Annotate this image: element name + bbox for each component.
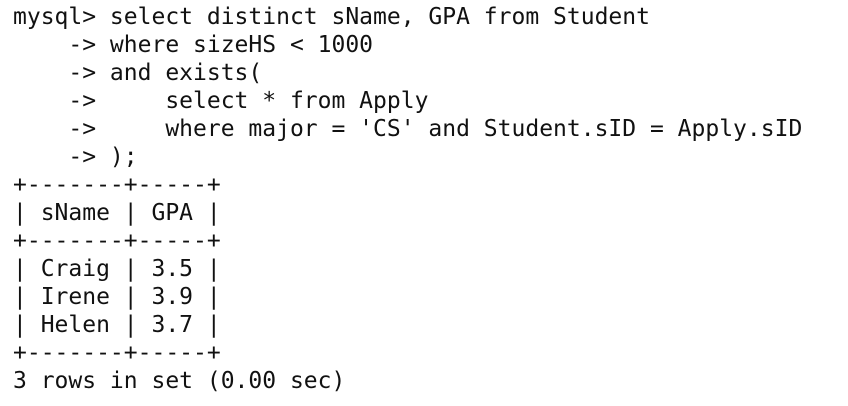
result-table-row: | Helen | 3.7 | [13, 312, 221, 338]
result-table-border: +-------+-----+ [13, 228, 221, 254]
sql-continuation-line: -> where sizeHS < 1000 [13, 32, 374, 58]
sql-continuation-line: -> select * from Apply [13, 88, 429, 114]
terminal-window[interactable]: mysql> select distinct sName, GPA from S… [0, 0, 848, 406]
result-table-border: +-------+-----+ [13, 340, 221, 366]
result-table-row: | Irene | 3.9 | [13, 284, 221, 310]
query-status-line: 3 rows in set (0.00 sec) [13, 368, 346, 394]
result-table-row: | Craig | 3.5 | [13, 256, 221, 282]
sql-continuation-line: -> where major = 'CS' and Student.sID = … [13, 116, 803, 142]
sql-continuation-line: -> ); [13, 144, 138, 170]
result-table-header: | sName | GPA | [13, 200, 221, 226]
result-table-border: +-------+-----+ [13, 172, 221, 198]
sql-prompt-line: mysql> select distinct sName, GPA from S… [13, 4, 650, 30]
sql-continuation-line: -> and exists( [13, 60, 263, 86]
